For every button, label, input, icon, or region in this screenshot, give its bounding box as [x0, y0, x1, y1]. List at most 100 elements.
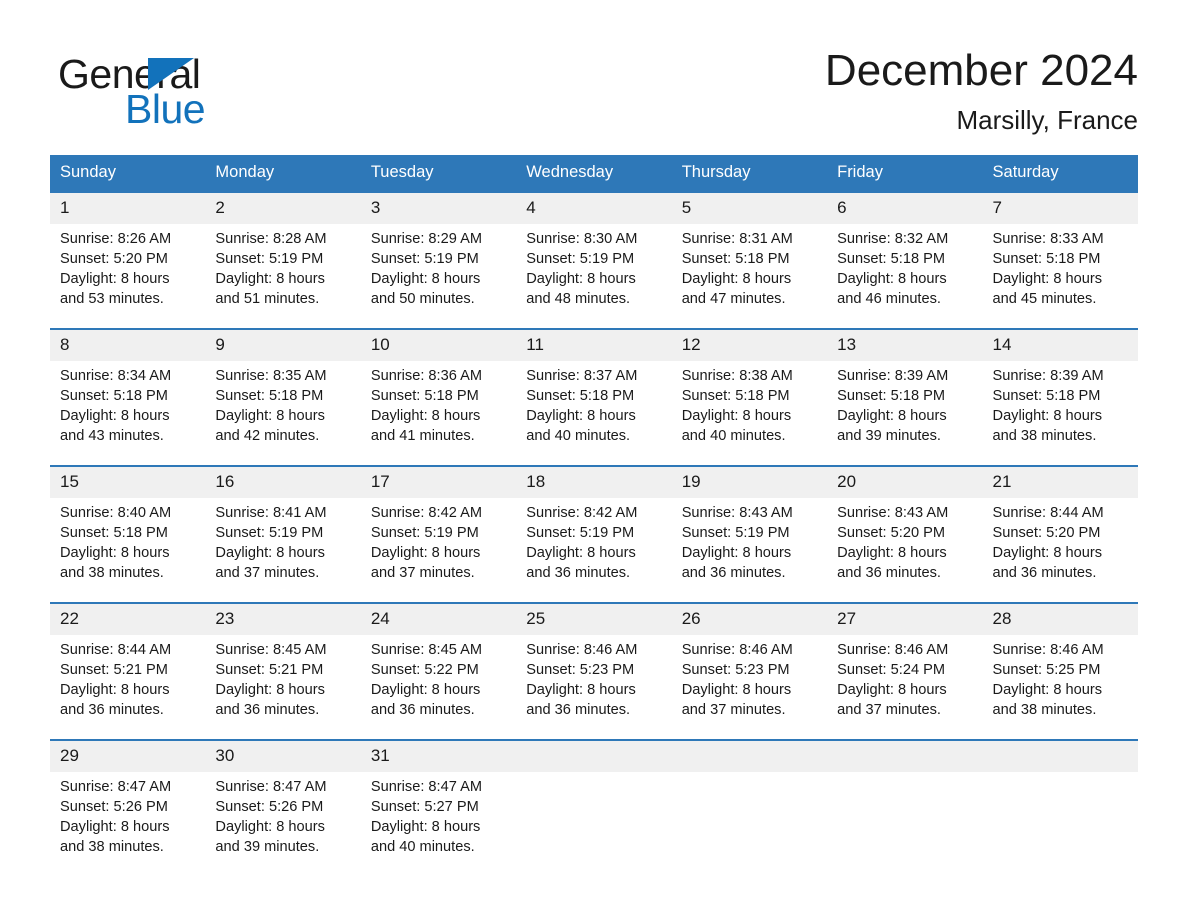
day-number[interactable]: 7 [982, 191, 1138, 225]
day-daylight1-text: Daylight: 8 hours [370, 819, 481, 836]
day-cell: Sunrise: 8:44 AM Sunset: 5:21 PM Daylight:… [50, 635, 206, 741]
day-number[interactable]: 11 [516, 328, 672, 362]
day-number[interactable]: 17 [360, 465, 517, 499]
day-number[interactable]: 27 [827, 602, 983, 636]
day-sunrise-text: Sunrise: 8:44 AM [60, 642, 172, 659]
day-sunset-text: Sunset: 5:18 PM [370, 388, 479, 405]
day-number[interactable]: 3 [360, 191, 517, 225]
day-cell: Sunrise: 8:32 AM Sunset: 5:18 PM Daylight:… [827, 224, 983, 330]
day-sunset-text: Sunset: 5:19 PM [215, 525, 324, 542]
day-sunrise-text: Sunrise: 8:38 AM [681, 368, 793, 385]
week-dayinfo-row: Sunrise: 8:26 AM Sunset: 5:20 PM Daylight:… [50, 224, 1138, 330]
day-number[interactable]: 30 [205, 739, 361, 773]
weekday-header-row: Sunday Monday Tuesday Wednesday Thursday… [50, 155, 1138, 193]
day-daylight1-text: Daylight: 8 hours [681, 545, 792, 562]
day-number[interactable]: 19 [671, 465, 828, 499]
day-sunrise-text: Sunrise: 8:46 AM [681, 642, 793, 659]
day-number[interactable]: 25 [516, 602, 672, 636]
day-sunset-text: Sunset: 5:18 PM [215, 388, 324, 405]
day-cell: Sunrise: 8:35 AM Sunset: 5:18 PM Daylight:… [205, 361, 361, 467]
week-daynumber-row: 15 16 17 18 19 20 21 [50, 465, 1138, 499]
day-sunset-text: Sunset: 5:25 PM [992, 662, 1101, 679]
day-daylight2-text: and 37 minutes. [215, 565, 320, 582]
day-daylight1-text: Daylight: 8 hours [992, 682, 1103, 699]
day-sunrise-text: Sunrise: 8:28 AM [215, 231, 327, 248]
day-cell: Sunrise: 8:47 AM Sunset: 5:26 PM Daylight:… [50, 772, 206, 878]
day-number[interactable]: 2 [205, 191, 361, 225]
day-number[interactable]: 31 [360, 739, 517, 773]
calendar-page: General Blue December 2024 Marsilly, Fra… [0, 0, 1188, 918]
day-daylight2-text: and 40 minutes. [370, 839, 475, 856]
day-sunset-text: Sunset: 5:20 PM [837, 525, 946, 542]
day-daylight2-text: and 38 minutes. [992, 702, 1097, 719]
general-blue-logo[interactable]: General Blue [50, 42, 280, 130]
day-number[interactable]: 8 [50, 328, 206, 362]
day-sunset-text: Sunset: 5:19 PM [526, 251, 635, 268]
week-dayinfo-row: Sunrise: 8:34 AM Sunset: 5:18 PM Daylight:… [50, 361, 1138, 467]
day-sunset-text: Sunset: 5:19 PM [681, 525, 790, 542]
day-daylight2-text: and 39 minutes. [215, 839, 320, 856]
weekday-header-thursday: Thursday [671, 155, 828, 193]
day-number[interactable]: 6 [827, 191, 983, 225]
day-number[interactable]: 22 [50, 602, 206, 636]
day-daylight1-text: Daylight: 8 hours [992, 545, 1103, 562]
day-number[interactable]: 9 [205, 328, 361, 362]
day-number[interactable]: 14 [982, 328, 1138, 362]
day-number[interactable]: 5 [671, 191, 828, 225]
day-number[interactable]: 20 [827, 465, 983, 499]
day-number[interactable]: 13 [827, 328, 983, 362]
day-sunrise-text: Sunrise: 8:42 AM [370, 505, 482, 522]
day-sunrise-text: Sunrise: 8:47 AM [370, 779, 482, 796]
day-sunrise-text: Sunrise: 8:40 AM [60, 505, 172, 522]
day-cell: Sunrise: 8:43 AM Sunset: 5:19 PM Daylight:… [671, 498, 828, 604]
day-number[interactable]: 29 [50, 739, 206, 773]
day-number[interactable]: 26 [671, 602, 828, 636]
day-sunset-text: Sunset: 5:26 PM [60, 799, 168, 816]
day-sunrise-text: Sunrise: 8:26 AM [60, 231, 172, 248]
day-sunrise-text: Sunrise: 8:31 AM [681, 231, 793, 248]
day-daylight2-text: and 36 minutes. [526, 565, 631, 582]
day-number[interactable]: 28 [982, 602, 1138, 636]
day-daylight1-text: Daylight: 8 hours [370, 682, 481, 699]
day-sunrise-text: Sunrise: 8:30 AM [526, 231, 638, 248]
calendar-header: Sunday Monday Tuesday Wednesday Thursday… [50, 155, 1138, 193]
day-daylight2-text: and 36 minutes. [681, 565, 786, 582]
day-cell: Sunrise: 8:46 AM Sunset: 5:25 PM Daylight:… [982, 635, 1138, 741]
day-number[interactable]: 21 [982, 465, 1138, 499]
week-daynumber-row: 8 9 10 11 12 13 14 [50, 328, 1138, 362]
day-daylight2-text: and 37 minutes. [681, 702, 786, 719]
day-number[interactable]: 16 [205, 465, 361, 499]
day-number[interactable]: 24 [360, 602, 517, 636]
title-block: December 2024 Marsilly, France [825, 42, 1138, 138]
day-daylight2-text: and 37 minutes. [837, 702, 941, 719]
day-number[interactable]: 12 [671, 328, 828, 362]
day-number[interactable]: 23 [205, 602, 361, 636]
day-daylight1-text: Daylight: 8 hours [215, 682, 325, 699]
day-cell: Sunrise: 8:40 AM Sunset: 5:18 PM Daylight:… [50, 498, 206, 604]
day-sunset-text: Sunset: 5:18 PM [992, 388, 1101, 405]
day-daylight2-text: and 40 minutes. [526, 428, 631, 445]
day-daylight1-text: Daylight: 8 hours [837, 271, 947, 288]
day-number[interactable]: 1 [50, 191, 206, 225]
logo-text-blue: Blue [125, 86, 206, 132]
day-daylight2-text: and 36 minutes. [60, 702, 164, 719]
day-number-empty [516, 739, 672, 773]
calendar-body: 1 2 3 4 5 6 7 Sunrise: 8:26 AM Sunset: 5:20 PM Da… [50, 191, 1138, 878]
day-sunrise-text: Sunrise: 8:33 AM [992, 231, 1104, 248]
day-daylight1-text: Daylight: 8 hours [681, 271, 792, 288]
day-sunrise-text: Sunrise: 8:47 AM [60, 779, 172, 796]
day-number[interactable]: 18 [516, 465, 672, 499]
day-daylight1-text: Daylight: 8 hours [215, 819, 325, 836]
day-sunset-text: Sunset: 5:20 PM [992, 525, 1101, 542]
weekday-header-wednesday: Wednesday [516, 155, 672, 193]
day-sunset-text: Sunset: 5:18 PM [837, 251, 946, 268]
day-cell-empty [827, 772, 983, 878]
day-number[interactable]: 15 [50, 465, 206, 499]
day-sunrise-text: Sunrise: 8:29 AM [370, 231, 482, 248]
day-daylight1-text: Daylight: 8 hours [526, 271, 636, 288]
day-daylight2-text: and 45 minutes. [992, 291, 1097, 308]
day-number[interactable]: 10 [360, 328, 517, 362]
day-daylight1-text: Daylight: 8 hours [992, 271, 1103, 288]
day-daylight1-text: Daylight: 8 hours [370, 408, 481, 425]
day-number[interactable]: 4 [516, 191, 672, 225]
